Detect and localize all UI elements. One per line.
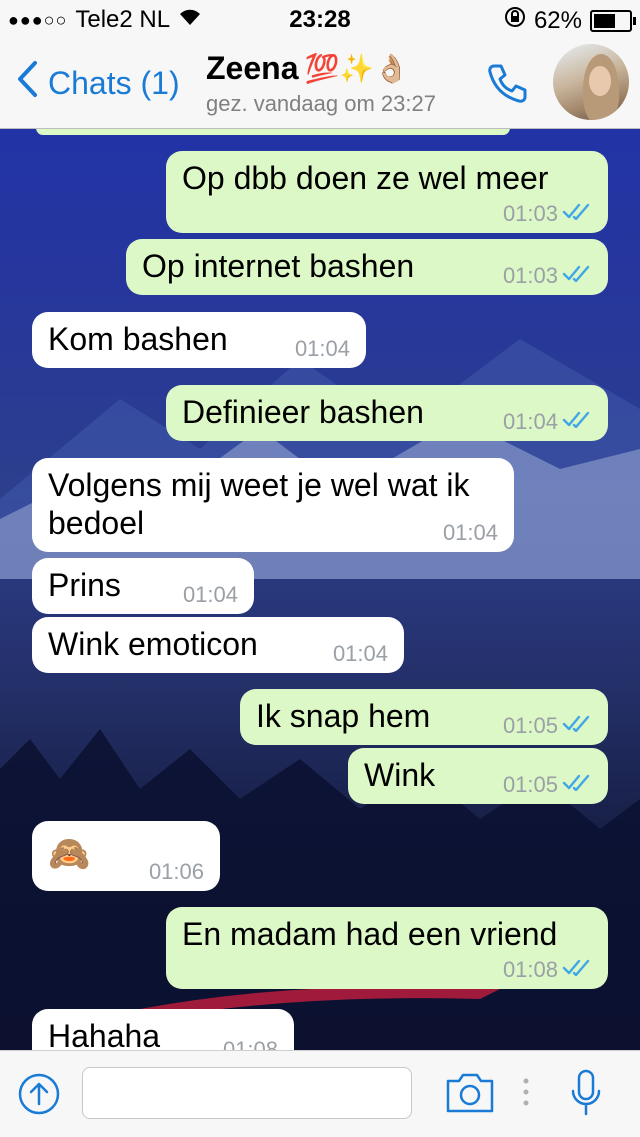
message-time: 01:05 xyxy=(502,772,558,797)
contact-name: Zeena xyxy=(206,50,299,86)
message-meta: 01:08 xyxy=(503,957,592,983)
outgoing-message[interactable]: Definieer bashen 01:04 xyxy=(166,385,608,441)
read-receipt-icon xyxy=(562,264,592,288)
message-meta: 01:04 xyxy=(443,520,498,546)
message-time: 01:04 xyxy=(182,582,238,607)
message-text: En madam had een vriend xyxy=(182,916,558,952)
back-label: Chats (1) xyxy=(48,64,180,101)
composer-bar xyxy=(0,1050,640,1137)
message-text: Op dbb doen ze wel meer xyxy=(182,160,549,196)
incoming-message[interactable]: 🙈 01:06 xyxy=(32,821,220,891)
battery-percentage: 62% xyxy=(533,6,582,34)
message-time: 01:05 xyxy=(502,713,558,738)
camera-icon xyxy=(444,1073,496,1119)
incoming-message[interactable]: Kom bashen 01:04 xyxy=(32,312,366,368)
read-receipt-icon xyxy=(562,410,592,434)
message-meta: 01:03 xyxy=(503,263,592,289)
message-time: 01:08 xyxy=(502,957,558,982)
message-text: Op internet bashen xyxy=(142,248,415,284)
message-time: 01:08 xyxy=(222,1037,278,1050)
divider-dots xyxy=(522,1077,530,1112)
message-meta: 01:04 xyxy=(333,641,388,667)
voice-record-button[interactable] xyxy=(570,1069,602,1122)
rotation-lock-icon xyxy=(504,6,526,35)
attach-button[interactable] xyxy=(18,1073,60,1115)
message-meta: 01:05 xyxy=(503,772,592,798)
message-input[interactable] xyxy=(82,1067,412,1119)
outgoing-message[interactable]: Ik snap hem 01:05 xyxy=(240,689,608,745)
chat-header: Chats (1) Zeena 💯✨👌🏼 gez. vandaag om 23:… xyxy=(0,40,640,129)
message-text: 🙈 xyxy=(48,835,91,873)
incoming-message[interactable]: Prins 01:04 xyxy=(32,558,254,614)
upload-icon xyxy=(18,1073,60,1119)
read-receipt-icon xyxy=(562,773,592,797)
camera-button[interactable] xyxy=(444,1071,496,1120)
message-text: Wink xyxy=(364,757,436,793)
message-text: Hahaha xyxy=(48,1018,161,1050)
read-receipt-icon xyxy=(562,714,592,738)
avatar[interactable] xyxy=(553,44,629,120)
message-text: Definieer bashen xyxy=(182,394,424,430)
message-time: 01:04 xyxy=(294,336,350,361)
incoming-message[interactable]: Hahaha 01:08 xyxy=(32,1009,294,1050)
message-text-line2: bedoel xyxy=(48,505,145,541)
message-meta: 01:06 xyxy=(149,859,204,885)
message-list[interactable]: Op dbb doen ze wel meer 01:03 Op internet … xyxy=(0,129,640,1050)
message-meta: 01:04 xyxy=(503,409,592,435)
message-meta: 01:05 xyxy=(503,713,592,739)
message-bubble-partial xyxy=(36,129,510,135)
call-button[interactable] xyxy=(484,60,530,111)
back-button[interactable]: Chats (1) xyxy=(16,60,180,106)
message-text-line1: Volgens mij weet je wel wat ik xyxy=(48,467,470,503)
read-receipt-icon xyxy=(562,958,592,982)
message-text: Ik snap hem xyxy=(256,698,431,734)
message-time: 01:04 xyxy=(502,409,558,434)
incoming-message[interactable]: Wink emoticon 01:04 xyxy=(32,617,404,673)
battery-icon xyxy=(590,9,636,32)
name-emojis: 💯✨👌🏼 xyxy=(304,53,410,84)
message-text: Wink emoticon xyxy=(48,626,258,662)
outgoing-message[interactable]: En madam had een vriend 01:08 xyxy=(166,907,608,989)
message-text: Kom bashen xyxy=(48,321,228,357)
message-text: Volgens mij weet je wel wat ik bedoel xyxy=(48,466,470,542)
chevron-left-icon xyxy=(16,60,48,106)
message-meta: 01:04 xyxy=(183,582,238,608)
message-time: 01:03 xyxy=(502,263,558,288)
status-bar: ●●●○○ Tele2 NL 23:28 62% xyxy=(0,0,640,40)
microphone-icon xyxy=(570,1069,602,1121)
outgoing-message[interactable]: Op internet bashen 01:03 xyxy=(126,239,608,295)
last-seen: gez. vandaag om 23:27 xyxy=(206,91,436,116)
message-time: 01:04 xyxy=(332,641,388,666)
incoming-message[interactable]: Volgens mij weet je wel wat ik bedoel 01:0… xyxy=(32,458,514,552)
message-time: 01:03 xyxy=(502,201,558,226)
message-meta: 01:03 xyxy=(503,201,592,227)
message-time: 01:06 xyxy=(148,859,204,884)
phone-icon xyxy=(484,64,530,110)
message-meta: 01:04 xyxy=(295,336,350,362)
message-text: Prins xyxy=(48,567,121,603)
read-receipt-icon xyxy=(562,202,592,226)
outgoing-message[interactable]: Wink 01:05 xyxy=(348,748,608,804)
message-meta: 01:08 xyxy=(223,1037,278,1050)
contact-info[interactable]: Zeena 💯✨👌🏼 gez. vandaag om 23:27 xyxy=(206,50,436,117)
message-time: 01:04 xyxy=(442,520,498,545)
outgoing-message[interactable]: Op dbb doen ze wel meer 01:03 xyxy=(166,151,608,233)
